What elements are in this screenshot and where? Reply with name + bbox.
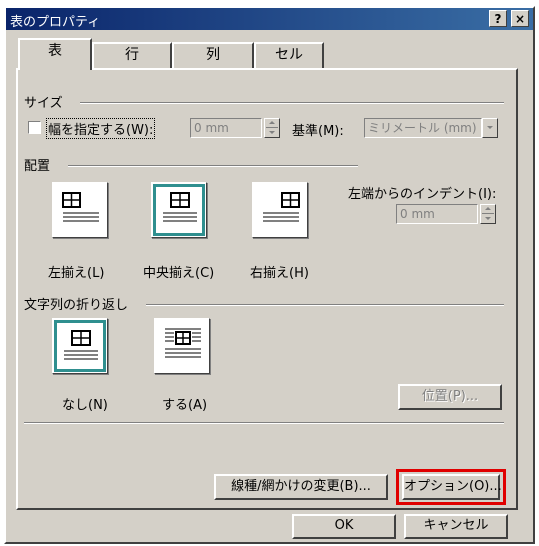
alignment-heading: 配置 [24,159,51,174]
width-value-field[interactable]: 0 mm [190,118,262,138]
align-left-option[interactable] [52,182,108,238]
wrap-none-icon [64,330,98,360]
help-button[interactable]: ? [489,10,507,27]
align-center-option[interactable] [151,182,207,238]
basis-dropdown-button[interactable] [482,118,498,138]
indent-spinner[interactable] [480,204,496,224]
ok-button[interactable]: OK [292,514,396,539]
cancel-button[interactable]: キャンセル [404,514,508,539]
tab-row[interactable]: 行 [92,42,172,68]
title-bar: 表のプロパティ ? × [6,8,533,30]
close-button[interactable]: × [511,10,529,27]
wrap-around-option[interactable] [154,318,210,374]
options-highlight-box [396,469,506,505]
alignment-separator [68,165,358,167]
wrap-around-icon [165,328,201,358]
basis-select[interactable]: ミリメートル (mm) [364,118,482,138]
tab-column[interactable]: 列 [172,42,254,68]
basis-label: 基準(M): [292,124,344,139]
align-right-option[interactable] [252,182,308,238]
table-align-left-icon [62,192,99,222]
tab-table[interactable]: 表 [18,38,92,70]
width-spinner[interactable] [264,118,280,138]
wrapping-separator [146,304,504,306]
tab-cell[interactable]: セル [254,42,324,68]
wrap-around-label: する(A) [162,398,208,413]
dialog-title: 表のプロパティ [10,15,101,30]
wrap-none-option[interactable] [52,318,108,374]
align-left-label: 左揃え(L) [48,266,105,281]
table-properties-dialog: 表のプロパティ ? × 表 行 列 セル サイズ 幅を指定する(W): 0 mm… [4,6,535,544]
indent-label: 左端からのインデント(I): [348,187,497,202]
wrapping-heading: 文字列の折り返し [24,298,129,313]
specify-width-checkbox[interactable] [28,121,41,134]
table-align-right-icon [263,192,300,222]
borders-shading-button[interactable]: 線種/網かけの変更(B)... [214,474,388,500]
table-align-center-icon [163,192,197,222]
specify-width-label[interactable]: 幅を指定する(W): [46,118,156,139]
tab-panel-table: サイズ 幅を指定する(W): 0 mm 基準(M): ミリメートル (mm) 配… [16,68,518,510]
size-heading: サイズ [24,96,63,111]
bottom-separator [24,422,504,424]
align-center-label: 中央揃え(C) [143,266,215,281]
align-right-label: 右揃え(H) [250,266,309,281]
position-button[interactable]: 位置(P)... [398,384,502,410]
indent-value-field[interactable]: 0 mm [396,204,478,224]
size-separator [80,102,504,104]
wrap-none-label: なし(N) [62,398,108,413]
